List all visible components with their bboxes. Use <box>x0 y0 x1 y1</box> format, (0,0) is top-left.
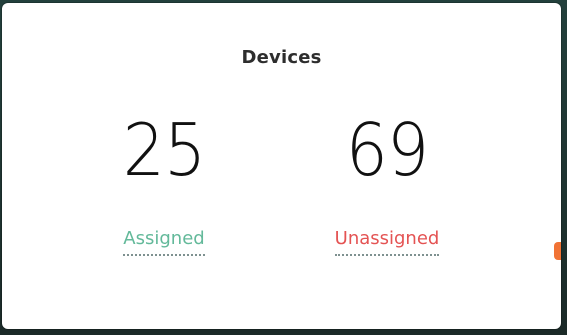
offscreen-indicator-icon <box>554 242 561 260</box>
unassigned-count: 69 <box>345 108 429 192</box>
card-title: Devices <box>241 47 322 68</box>
assigned-count: 25 <box>122 108 206 192</box>
assigned-metric[interactable]: 25 Assigned <box>74 114 254 256</box>
unassigned-metric[interactable]: 69 Unassigned <box>297 114 477 256</box>
unassigned-label[interactable]: Unassigned <box>334 230 440 256</box>
assigned-label[interactable]: Assigned <box>123 230 205 256</box>
devices-card: Devices 25 Assigned 69 Unassigned <box>2 3 561 329</box>
